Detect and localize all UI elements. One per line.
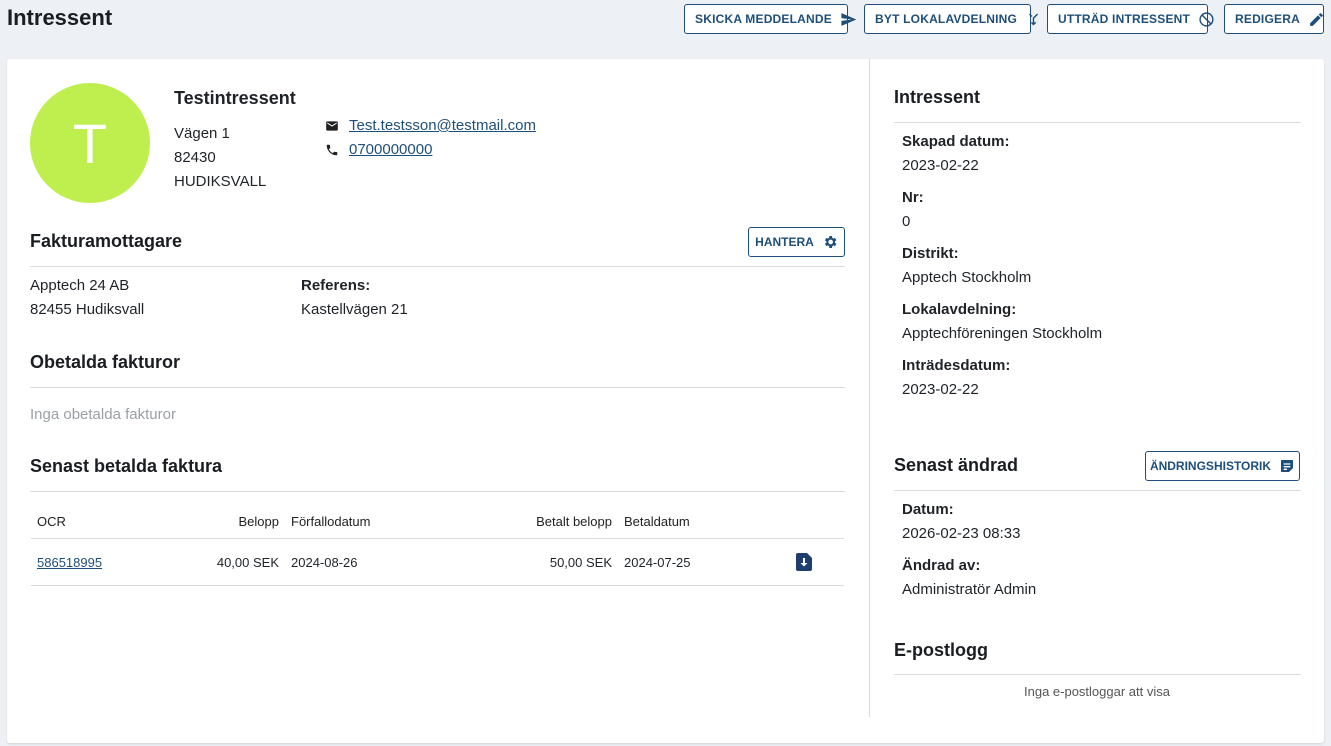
- field-value: 2026-02-23 08:33: [902, 525, 1021, 542]
- city: HUDIKSVALL: [174, 173, 267, 190]
- merge-icon: [1029, 13, 1039, 26]
- send-message-label: SKICKA MEDDELANDE: [695, 12, 832, 26]
- column-divider: [869, 59, 870, 717]
- change-history-button[interactable]: ÄNDRINGSHISTORIK: [1145, 451, 1300, 481]
- recipient-postal: 82455 Hudiksvall: [30, 301, 145, 318]
- address-block: Vägen 1 82430 HUDIKSVALL: [174, 122, 266, 194]
- ocr-link[interactable]: 586518995: [37, 555, 102, 570]
- field-value: Apptechföreningen Stockholm: [902, 325, 1103, 342]
- phone-link[interactable]: 0700000000: [349, 138, 432, 162]
- interest-fields: Skapad datum: 2023-02-22 Nr: 0 Distrikt:…: [902, 130, 1102, 402]
- table-row: 586518995 40,00 SEK 2024-08-26 50,00 SEK…: [31, 538, 844, 586]
- field-label: Distrikt:: [902, 245, 959, 262]
- unpaid-title: Obetalda fakturor: [30, 352, 181, 372]
- change-history-label: ÄNDRINGSHISTORIK: [1149, 459, 1272, 473]
- divider: [30, 491, 845, 492]
- change-branch-button[interactable]: BYT LOKALAVDELNING: [864, 4, 1039, 34]
- member-name: Testintressent: [174, 88, 296, 108]
- reference-label: Referens:: [301, 277, 371, 294]
- last-changed-fields: Datum: 2026-02-23 08:33 Ändrad av: Admin…: [902, 498, 1036, 602]
- field-value: 2023-02-22: [902, 381, 979, 398]
- last-paid-title: Senast betalda faktura: [30, 456, 223, 476]
- invoice-recipient-title: Fakturamottagare: [30, 231, 183, 251]
- download-file-icon[interactable]: [796, 553, 812, 571]
- divider: [30, 387, 845, 388]
- address-line: Vägen 1: [174, 125, 230, 142]
- avatar-letter: T: [72, 111, 108, 175]
- field-label: Skapad datum:: [902, 133, 1010, 150]
- field-label: Lokalavdelning:: [902, 301, 1017, 318]
- phone-icon: [326, 144, 338, 156]
- block-person-icon: [1199, 11, 1214, 27]
- reference-value: Kastellvägen 21: [301, 301, 408, 318]
- email-log-empty-text: Inga e-postloggar att visa: [1024, 684, 1170, 699]
- field-value: 2023-02-22: [902, 157, 979, 174]
- recipient-address: Apptech 24 AB 82455 Hudiksvall: [30, 274, 144, 322]
- recipient-company: Apptech 24 AB: [30, 277, 130, 294]
- paid-date-cell: 2024-07-25: [624, 554, 691, 570]
- change-branch-label: BYT LOKALAVDELNING: [875, 12, 1018, 26]
- send-icon: [841, 12, 857, 26]
- col-amount: Belopp: [238, 513, 279, 529]
- field-label: Nr:: [902, 189, 924, 206]
- email-log-title: E-postlogg: [894, 640, 988, 660]
- col-paid-amount: Betalt belopp: [536, 513, 612, 529]
- notes-icon: [1281, 460, 1294, 472]
- field-value: Administratör Admin: [902, 581, 1037, 598]
- field-value: Apptech Stockholm: [902, 269, 1032, 286]
- field-value: 0: [902, 213, 911, 230]
- manage-label: HANTERA: [755, 235, 814, 249]
- edit-button[interactable]: REDIGERA: [1224, 4, 1324, 34]
- unpaid-empty-text: Inga obetalda fakturor: [30, 406, 176, 423]
- amount-cell: 40,00 SEK: [216, 554, 279, 570]
- gear-icon: [824, 236, 837, 248]
- postal-code: 82430: [174, 149, 216, 166]
- contact-block: Test.testsson@testmail.com 0700000000: [325, 114, 536, 162]
- interest-panel-title: Intressent: [894, 87, 981, 107]
- email-link[interactable]: Test.testsson@testmail.com: [349, 114, 536, 138]
- table-header: OCR Belopp Förfallodatum Betalt belopp B…: [31, 504, 844, 538]
- divider: [30, 266, 845, 267]
- field-label: Inträdesdatum:: [902, 357, 1011, 374]
- due-date-cell: 2024-08-26: [291, 554, 358, 570]
- col-ocr: OCR: [37, 513, 66, 529]
- col-due-date: Förfallodatum: [291, 513, 371, 529]
- field-label: Ändrad av:: [902, 557, 981, 574]
- paid-invoice-table: OCR Belopp Förfallodatum Betalt belopp B…: [31, 504, 844, 586]
- avatar: T: [30, 83, 150, 203]
- field-label: Datum:: [902, 501, 954, 518]
- page-title: Intressent: [7, 5, 113, 30]
- pencil-icon: [1310, 12, 1323, 26]
- withdraw-button[interactable]: UTTRÄD INTRESSENT: [1047, 4, 1214, 34]
- main-card: T Testintressent Vägen 1 82430 HUDIKSVAL…: [7, 59, 1324, 743]
- divider: [894, 490, 1301, 491]
- manage-button[interactable]: HANTERA: [748, 227, 845, 257]
- reference-block: Referens: Kastellvägen 21: [301, 274, 408, 322]
- last-changed-title: Senast ändrad: [894, 455, 1019, 475]
- col-paid-date: Betaldatum: [624, 513, 690, 529]
- send-message-button[interactable]: SKICKA MEDDELANDE: [684, 4, 857, 34]
- withdraw-label: UTTRÄD INTRESSENT: [1058, 12, 1191, 26]
- divider: [894, 122, 1301, 123]
- mail-icon: [326, 121, 338, 131]
- edit-label: REDIGERA: [1235, 12, 1300, 26]
- paid-amount-cell: 50,00 SEK: [549, 554, 612, 570]
- top-actions: SKICKA MEDDELANDE BYT LOKALAVDELNING UTT…: [684, 4, 1324, 34]
- divider: [894, 674, 1301, 675]
